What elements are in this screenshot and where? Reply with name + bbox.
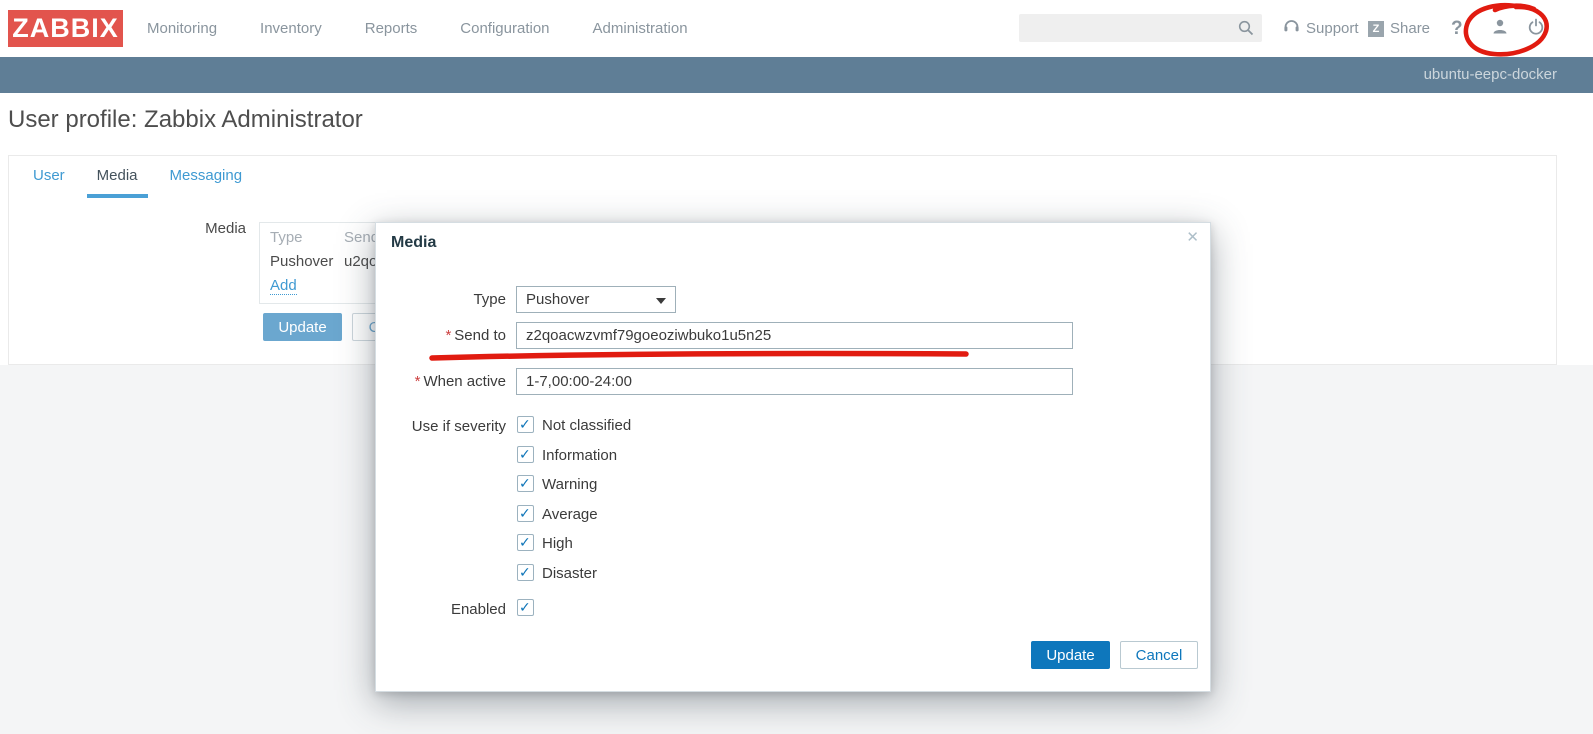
severity-checkbox-disaster[interactable] (517, 564, 534, 581)
severity-checkbox-high[interactable] (517, 534, 534, 551)
media-row-sendto: u2qo (344, 253, 377, 270)
add-media-link[interactable]: Add (270, 277, 297, 295)
top-navigation-bar: ZABBIX Monitoring Inventory Reports Conf… (0, 0, 1593, 57)
modal-footer: Update Cancel (1031, 641, 1198, 669)
support-label: Support (1306, 20, 1359, 37)
nav-reports[interactable]: Reports (365, 20, 418, 37)
host-info-bar: ubuntu-eepc-docker (0, 57, 1593, 93)
type-select[interactable]: Pushover (516, 286, 676, 313)
severity-option-label: Warning (542, 476, 597, 493)
send-to-field[interactable] (516, 322, 1073, 349)
page-title: User profile: Zabbix Administrator (8, 106, 363, 134)
host-name: ubuntu-eepc-docker (1424, 57, 1557, 93)
enabled-checkbox[interactable] (517, 599, 534, 616)
when-active-label: *When active (376, 373, 506, 390)
support-link[interactable]: Support (1283, 0, 1359, 57)
profile-tabs: User Media Messaging (23, 156, 264, 198)
severity-option-label: Disaster (542, 565, 597, 582)
tab-user[interactable]: User (23, 157, 75, 198)
zabbix-app: ZABBIX Monitoring Inventory Reports Conf… (0, 0, 1593, 734)
severity-option-label: High (542, 535, 573, 552)
severity-checkbox-information[interactable] (517, 446, 534, 463)
nav-inventory[interactable]: Inventory (260, 20, 322, 37)
send-to-label: *Send to (376, 327, 506, 344)
nav-monitoring[interactable]: Monitoring (147, 20, 217, 37)
media-table-header-sendto: Send (344, 229, 379, 246)
share-icon: Z (1368, 21, 1384, 37)
type-label: Type (376, 291, 506, 308)
nav-administration[interactable]: Administration (593, 20, 688, 37)
main-menu: Monitoring Inventory Reports Configurati… (147, 0, 688, 57)
share-link[interactable]: Z Share (1368, 0, 1430, 57)
zabbix-logo[interactable]: ZABBIX (8, 10, 123, 47)
share-label: Share (1390, 20, 1430, 37)
type-select-value: Pushover (526, 291, 589, 308)
enabled-label: Enabled (376, 601, 506, 618)
support-headset-icon (1283, 18, 1300, 39)
tab-messaging[interactable]: Messaging (160, 157, 253, 198)
severity-label: Use if severity (376, 418, 506, 435)
media-field-label: Media (9, 220, 246, 237)
when-active-field[interactable] (516, 368, 1073, 395)
power-icon (1527, 18, 1545, 40)
nav-configuration[interactable]: Configuration (460, 20, 549, 37)
search-input[interactable] (1019, 14, 1262, 42)
dropdown-caret-icon (656, 298, 666, 304)
media-table-header-type: Type (270, 229, 344, 246)
required-marker: * (415, 373, 421, 390)
user-profile-button[interactable] (1490, 0, 1510, 57)
severity-checkbox-warning[interactable] (517, 475, 534, 492)
logout-button[interactable] (1527, 0, 1545, 57)
user-profile-icon (1490, 17, 1510, 41)
severity-option-label: Average (542, 506, 598, 523)
required-marker: * (445, 327, 451, 344)
modal-update-button[interactable]: Update (1031, 641, 1110, 669)
close-icon[interactable]: ✕ (1186, 228, 1199, 246)
severity-checkbox-average[interactable] (517, 505, 534, 522)
profile-update-button[interactable]: Update (263, 313, 342, 341)
modal-cancel-button[interactable]: Cancel (1120, 641, 1198, 669)
severity-option-label: Information (542, 447, 617, 464)
media-row-type[interactable]: Pushover (270, 253, 344, 270)
severity-checkbox-not-classified[interactable] (517, 416, 534, 433)
modal-title: Media (391, 234, 436, 252)
media-modal-dialog: Media ✕ Type Pushover *Send to *When act… (375, 222, 1211, 692)
tab-media[interactable]: Media (87, 157, 148, 198)
severity-option-label: Not classified (542, 417, 631, 434)
help-button[interactable]: ? (1451, 0, 1463, 57)
